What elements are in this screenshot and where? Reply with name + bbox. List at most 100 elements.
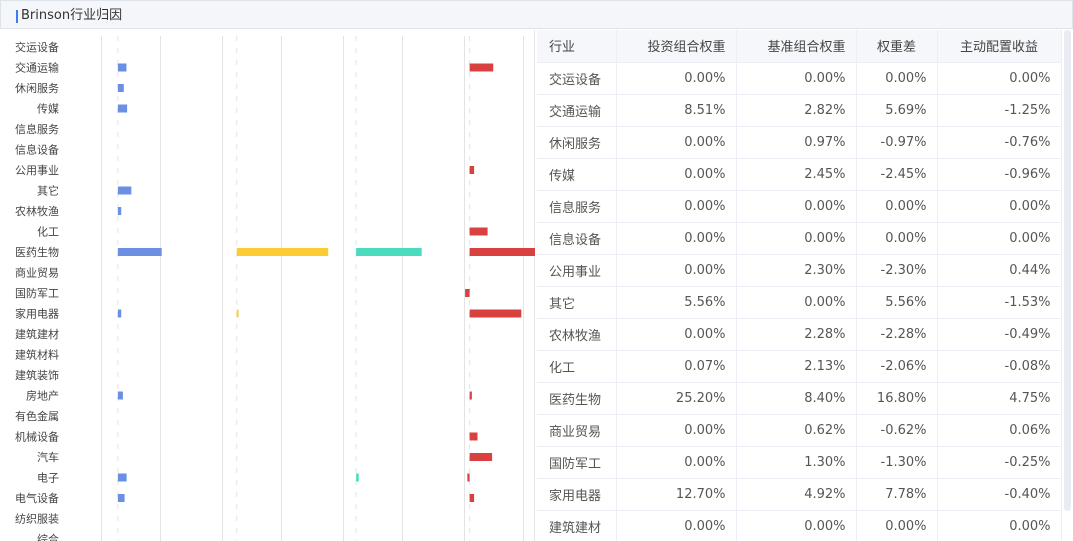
column-header-industry[interactable]: 行业 <box>537 30 617 63</box>
table-cell-value: 0.00% <box>736 286 857 319</box>
table-cell-value: 0.06% <box>937 414 1062 447</box>
table-row[interactable]: 农林牧渔 0.00% 2.28% -2.28% -0.49% <box>537 318 1062 351</box>
category-label: 信息设备 <box>15 143 59 157</box>
column-header-portfolio-weight[interactable]: 投资组合权重 <box>616 30 737 63</box>
bar-其它[interactable] <box>117 186 132 195</box>
table-row[interactable]: 商业贸易 0.00% 0.62% -0.62% 0.06% <box>537 414 1062 447</box>
bar-医药生物[interactable] <box>356 248 422 256</box>
table-cell-value: -2.28% <box>856 318 938 351</box>
bar-医药生物[interactable] <box>236 248 329 256</box>
table-row[interactable]: 家用电器 12.70% 4.92% 7.78% -0.40% <box>537 478 1062 511</box>
table-cell-industry: 农林牧渔 <box>537 318 617 351</box>
table-cell-value: 0.97% <box>736 126 857 159</box>
category-label: 房地产 <box>26 389 59 403</box>
table-row[interactable]: 公用事业 0.00% 2.30% -2.30% 0.44% <box>537 254 1062 287</box>
bar-公用事业[interactable] <box>469 166 475 174</box>
panel-title: Brinson行业归因 <box>21 8 123 23</box>
bar-机械设备[interactable] <box>469 432 478 441</box>
table-header-row: 行业 投资组合权重 基准组合权重 权重差 主动配置收益 <box>537 30 1062 63</box>
bar-房地产[interactable] <box>117 391 123 400</box>
bar-国防军工[interactable] <box>465 289 470 297</box>
table-cell-value: 12.70% <box>616 478 737 511</box>
table-cell-value: 0.00% <box>616 190 737 223</box>
table-row[interactable]: 交通运输 8.51% 2.82% 5.69% -1.25% <box>537 94 1062 127</box>
category-label: 公用事业 <box>15 164 59 177</box>
category-label: 建筑建材 <box>15 327 59 341</box>
table-row[interactable]: 休闲服务 0.00% 0.97% -0.97% -0.76% <box>537 126 1062 159</box>
bar-传媒[interactable] <box>117 104 128 113</box>
bar-医药生物[interactable] <box>469 248 535 256</box>
table-cell-value: 0.00% <box>736 222 857 255</box>
category-label: 传媒 <box>37 103 59 116</box>
column-header-weight-diff[interactable]: 权重差 <box>856 30 938 63</box>
table-cell-value: 0.00% <box>937 510 1062 541</box>
brinson-table-container[interactable]: 行业 投资组合权重 基准组合权重 权重差 主动配置收益 交运设备 0.00% 0.0… <box>537 30 1073 541</box>
bar-电子[interactable] <box>467 473 470 482</box>
table-cell-value: 0.00% <box>616 414 737 447</box>
category-label: 建筑材料 <box>15 348 59 362</box>
category-label: 综合 <box>37 532 59 541</box>
table-cell-value: 0.00% <box>616 62 737 95</box>
table-cell-value: 4.92% <box>736 478 857 511</box>
table-row[interactable]: 传媒 0.00% 2.45% -2.45% -0.96% <box>537 158 1062 191</box>
category-label: 化工 <box>37 225 59 239</box>
bar-休闲服务[interactable] <box>117 84 124 92</box>
bar-农林牧渔[interactable] <box>117 207 122 215</box>
table-cell-industry: 信息服务 <box>537 190 617 223</box>
table-cell-value: 7.78% <box>856 478 938 511</box>
bar-交通运输[interactable] <box>117 63 127 72</box>
category-label: 家用电器 <box>15 307 59 321</box>
bar-化工[interactable] <box>469 227 488 236</box>
category-label: 医药生物 <box>15 245 59 259</box>
bar-家用电器[interactable] <box>236 309 239 318</box>
table-cell-industry: 医药生物 <box>537 382 617 415</box>
table-row[interactable]: 医药生物 25.20% 8.40% 16.80% 4.75% <box>537 382 1062 415</box>
bar-电气设备[interactable] <box>469 494 475 502</box>
bar-房地产[interactable] <box>469 391 472 400</box>
table-cell-value: 2.82% <box>736 94 857 127</box>
table-row[interactable]: 建筑建材 0.00% 0.00% 0.00% 0.00% <box>537 510 1062 541</box>
bar-电子[interactable] <box>356 473 359 482</box>
category-label: 建筑装饰 <box>15 368 59 382</box>
table-cell-value: 25.20% <box>616 382 737 415</box>
bar-家用电器[interactable] <box>469 309 522 318</box>
bar-电子[interactable] <box>117 473 127 482</box>
table-cell-value: 5.69% <box>856 94 938 127</box>
table-cell-value: 0.07% <box>616 350 737 383</box>
table-cell-value: 4.75% <box>937 382 1062 415</box>
column-header-allocation-return[interactable]: 主动配置收益 <box>937 30 1062 63</box>
table-row[interactable]: 化工 0.07% 2.13% -2.06% -0.08% <box>537 350 1062 383</box>
table-cell-value: -0.40% <box>937 478 1062 511</box>
table-row[interactable]: 信息设备 0.00% 0.00% 0.00% 0.00% <box>537 222 1062 255</box>
table-cell-value: -1.30% <box>856 446 938 479</box>
table-cell-value: 0.00% <box>616 126 737 159</box>
table-cell-value: 0.00% <box>856 510 938 541</box>
table-cell-value: -1.25% <box>937 94 1062 127</box>
brinson-chart-svg: 交运设备交通运输休闲服务传媒信息服务信息设备公用事业其它农林牧渔化工医药生物商业… <box>15 36 535 541</box>
table-cell-value: 0.44% <box>937 254 1062 287</box>
table-cell-value: 0.00% <box>736 62 857 95</box>
bar-电气设备[interactable] <box>117 494 125 502</box>
table-cell-industry: 信息设备 <box>537 222 617 255</box>
table-row[interactable]: 信息服务 0.00% 0.00% 0.00% 0.00% <box>537 190 1062 223</box>
bar-医药生物[interactable] <box>117 248 162 256</box>
bar-交通运输[interactable] <box>469 63 494 72</box>
table-row[interactable]: 其它 5.56% 0.00% 5.56% -1.53% <box>537 286 1062 319</box>
table-cell-industry: 交通运输 <box>537 94 617 127</box>
table-cell-value: -0.62% <box>856 414 938 447</box>
table-cell-value: -0.49% <box>937 318 1062 351</box>
table-cell-value: 2.28% <box>736 318 857 351</box>
table-cell-value: -2.45% <box>856 158 938 191</box>
table-cell-value: 0.00% <box>937 190 1062 223</box>
column-header-benchmark-weight[interactable]: 基准组合权重 <box>736 30 857 63</box>
bar-家用电器[interactable] <box>117 309 122 318</box>
table-row[interactable]: 国防军工 0.00% 1.30% -1.30% -0.25% <box>537 446 1062 479</box>
table-scrollbar[interactable] <box>1064 30 1071 511</box>
table-row[interactable]: 交运设备 0.00% 0.00% 0.00% 0.00% <box>537 62 1062 95</box>
category-label: 有色金属 <box>15 409 59 423</box>
table-cell-value: 0.00% <box>736 190 857 223</box>
table-cell-value: -0.96% <box>937 158 1062 191</box>
table-cell-value: 0.62% <box>736 414 857 447</box>
table-cell-value: -2.06% <box>856 350 938 383</box>
bar-汽车[interactable] <box>469 453 493 461</box>
